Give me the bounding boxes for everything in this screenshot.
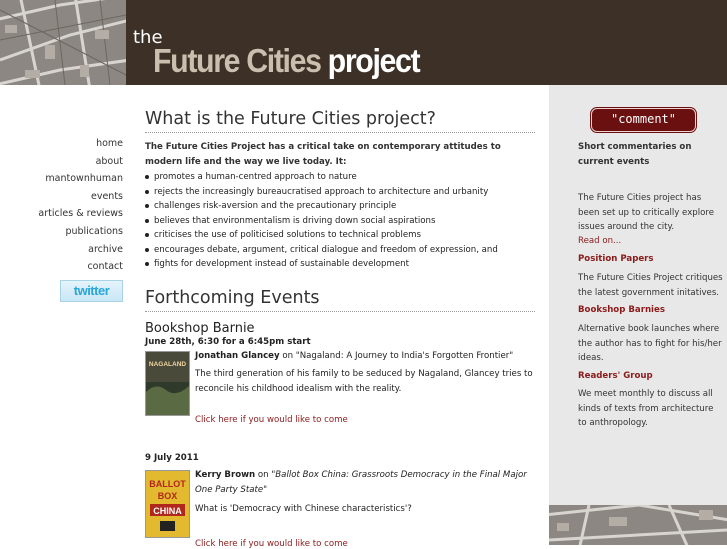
- twitter-button[interactable]: twitter: [60, 280, 123, 302]
- nav-list: home about mantownhuman events articles …: [38, 135, 123, 276]
- mission-list: promotes a human-centred approach to nat…: [145, 170, 498, 272]
- event-date: 9 July 2011: [145, 453, 199, 463]
- list-item: believes that environmentalism is drivin…: [145, 214, 498, 229]
- logo-future-cities: Future Cities: [153, 42, 322, 79]
- list-item: criticises the use of politicised soluti…: [145, 228, 498, 243]
- list-item: fights for development instead of sustai…: [145, 257, 498, 272]
- intro-text: The Future Cities Project has a critical…: [145, 142, 501, 167]
- map-image: [549, 505, 727, 545]
- comment-description: Short commentaries on current events: [578, 142, 692, 167]
- map-image: [0, 0, 126, 85]
- book-cover-word: BALLOT: [149, 479, 186, 489]
- readers-group-link[interactable]: Readers' Group: [578, 371, 653, 381]
- book-cover-title: NAGALAND: [149, 361, 186, 368]
- nav-item-home[interactable]: home: [38, 135, 123, 153]
- event-topic-suffix: ": [263, 484, 268, 495]
- event-speaker-line: Kerry Brown on "Ballot Box China: Grassr…: [195, 468, 537, 497]
- bookshop-barnies-link[interactable]: Bookshop Barnies: [578, 305, 665, 315]
- list-item: rejects the increasingly bureaucratised …: [145, 185, 498, 200]
- read-on-link[interactable]: Read on...: [578, 234, 723, 249]
- readers-group-text: We meet monthly to discuss all kinds of …: [578, 389, 714, 428]
- event-topic: on "Nagaland: A Journey to India's Forgo…: [279, 351, 514, 361]
- event-description: The third generation of his family to be…: [195, 369, 533, 394]
- book-cover-word: CHINA: [153, 506, 182, 516]
- event-speaker: Jonathan Glancey: [195, 351, 280, 361]
- event-speaker-line: Jonathan Glancey on "Nagaland: A Journey…: [195, 349, 535, 364]
- event-topic-prefix: on ": [255, 470, 276, 480]
- events-heading: Forthcoming Events: [145, 288, 535, 312]
- list-item: encourages debate, argument, critical di…: [145, 243, 498, 258]
- nav-item-mantownhuman[interactable]: mantownhuman: [38, 170, 123, 188]
- book-cover-ballot-box-china[interactable]: BALLOT BOX CHINA: [145, 470, 190, 538]
- page-title: What is the Future Cities project?: [145, 109, 535, 133]
- position-papers-text: The Future Cities Project critiques the …: [578, 273, 723, 298]
- right-sidebar: "comment" Short commentaries on current …: [549, 85, 727, 505]
- bookshop-barnies-text: Alternative book launches where the auth…: [578, 324, 722, 363]
- comment-button[interactable]: "comment": [591, 108, 696, 132]
- event-signup-link[interactable]: Click here if you would like to come: [195, 539, 348, 549]
- about-text: The Future Cities project has been set u…: [578, 193, 715, 232]
- event-date: June 28th, 6:30 for a 6:45pm start: [145, 337, 311, 347]
- list-item: challenges risk-aversion and the precaut…: [145, 199, 498, 214]
- book-cover-word: BOX: [158, 491, 178, 501]
- event-signup-link[interactable]: Click here if you would like to come: [195, 415, 348, 425]
- nav-item-events[interactable]: events: [38, 188, 123, 206]
- nav-item-archive[interactable]: archive: [38, 241, 123, 259]
- nav-item-articles-reviews[interactable]: articles & reviews: [38, 205, 123, 223]
- nav-item-publications[interactable]: publications: [38, 223, 123, 241]
- logo-title: Future Cities project: [153, 42, 421, 80]
- logo-project: project: [327, 42, 421, 79]
- nav-item-about[interactable]: about: [38, 153, 123, 171]
- event-description: What is 'Democracy with Chinese characte…: [195, 504, 412, 514]
- site-header: the Future Cities project: [0, 0, 727, 85]
- list-item: promotes a human-centred approach to nat…: [145, 170, 498, 185]
- event-speaker: Kerry Brown: [195, 470, 256, 480]
- left-nav: home about mantownhuman events articles …: [0, 85, 126, 545]
- event-title: Bookshop Barnie: [145, 321, 255, 336]
- nav-item-contact[interactable]: contact: [38, 258, 123, 276]
- book-cover-nagaland[interactable]: NAGALAND: [145, 351, 190, 416]
- position-papers-link[interactable]: Position Papers: [578, 254, 654, 264]
